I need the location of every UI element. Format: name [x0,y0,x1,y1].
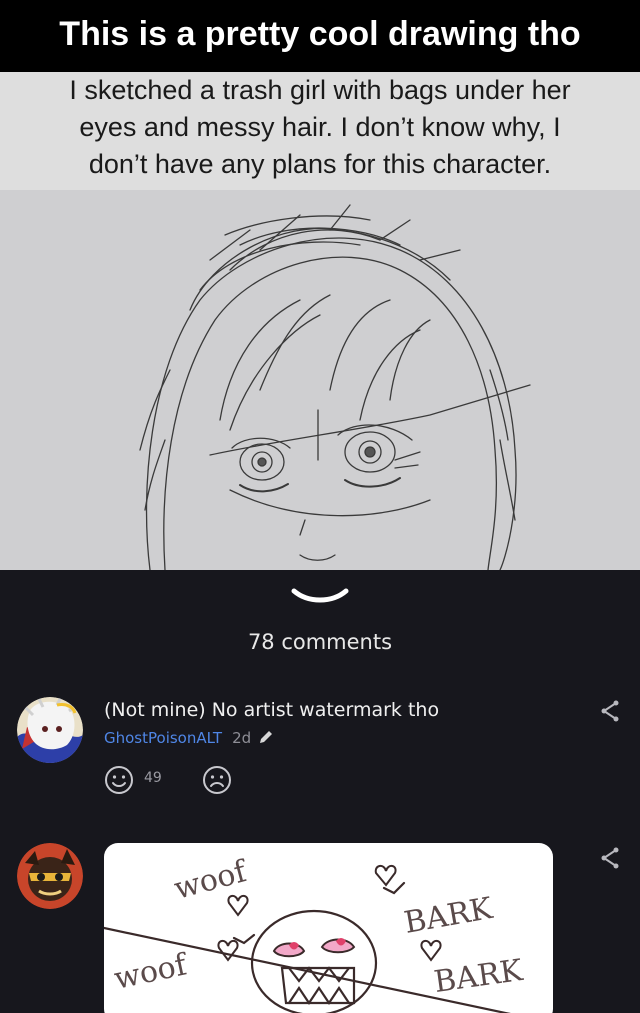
avatar[interactable] [17,697,83,763]
image-word: BARK [402,891,496,941]
chevron-down-icon[interactable] [290,585,350,609]
post-title: This is a pretty cool drawing tho [59,15,581,53]
caption-line: eyes and messy hair. I don’t know why, I [79,112,561,142]
pencil-icon [260,731,273,743]
comment-text: (Not mine) No artist watermark tho [104,699,440,721]
sketch-girl-illustration [139,204,531,570]
post-image[interactable]: I sketched a trash girl with bags under … [0,72,640,570]
meme-caption: I sketched a trash girl with bags under … [0,72,640,190]
upvote-count: 49 [144,770,162,786]
image-word: woof [111,947,191,997]
sketch-drawing [0,190,640,570]
share-icon[interactable] [598,846,622,870]
caption-line: I sketched a trash girl with bags under … [69,75,571,105]
smile-face-icon[interactable] [104,765,134,795]
comment-image[interactable]: woof woof BARK BARK [104,843,553,1013]
comment-meta: GhostPoisonALT 2d [104,728,275,748]
comments-count: 78 comments [247,630,393,654]
timestamp: 2d [232,729,252,747]
title-bar: This is a pretty cool drawing tho [0,0,640,72]
avatar[interactable] [17,843,83,909]
frown-face-icon[interactable] [202,765,232,795]
cartoon-barking-face: woof woof BARK BARK [104,854,525,1013]
caption-line: don’t have any plans for this character. [88,149,552,179]
image-word: BARK [432,953,525,1000]
share-icon[interactable] [598,699,622,723]
username[interactable]: GhostPoisonALT [104,729,222,747]
